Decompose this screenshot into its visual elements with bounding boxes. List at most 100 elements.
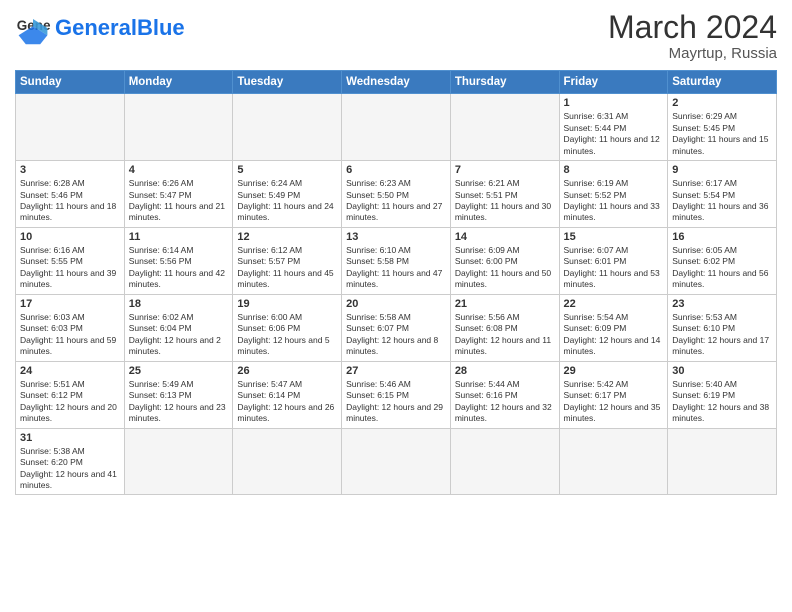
calendar-cell: 1 Sunrise: 6:31 AM Sunset: 5:44 PM Daylig… bbox=[559, 94, 668, 161]
calendar-cell: 11 Sunrise: 6:14 AM Sunset: 5:56 PM Dayli… bbox=[124, 227, 233, 294]
day-info: Sunrise: 5:54 AM Sunset: 6:09 PM Dayligh… bbox=[564, 312, 664, 358]
week-row-5: 31 Sunrise: 5:38 AM Sunset: 6:20 PM Dayli… bbox=[16, 428, 777, 495]
day-info: Sunrise: 6:26 AM Sunset: 5:47 PM Dayligh… bbox=[129, 178, 229, 224]
day-number: 5 bbox=[237, 164, 337, 176]
calendar-cell bbox=[233, 428, 342, 495]
calendar-cell: 3 Sunrise: 6:28 AM Sunset: 5:46 PM Daylig… bbox=[16, 161, 125, 228]
logo-general: General bbox=[55, 15, 137, 40]
calendar-cell: 7 Sunrise: 6:21 AM Sunset: 5:51 PM Daylig… bbox=[450, 161, 559, 228]
calendar-cell bbox=[559, 428, 668, 495]
day-number: 29 bbox=[564, 365, 664, 377]
week-row-4: 24 Sunrise: 5:51 AM Sunset: 6:12 PM Dayli… bbox=[16, 361, 777, 428]
day-number: 3 bbox=[20, 164, 120, 176]
calendar-cell: 9Sunrise: 6:17 AM Sunset: 5:54 PM Daylig… bbox=[668, 161, 777, 228]
day-info: Sunrise: 6:05 AM Sunset: 6:02 PM Dayligh… bbox=[672, 245, 772, 291]
day-info: Sunrise: 5:46 AM Sunset: 6:15 PM Dayligh… bbox=[346, 379, 446, 425]
day-of-week-thursday: Thursday bbox=[450, 71, 559, 94]
day-number: 15 bbox=[564, 231, 664, 243]
day-number: 21 bbox=[455, 298, 555, 310]
day-info: Sunrise: 5:49 AM Sunset: 6:13 PM Dayligh… bbox=[129, 379, 229, 425]
calendar-cell bbox=[450, 94, 559, 161]
day-number: 12 bbox=[237, 231, 337, 243]
day-info: Sunrise: 6:23 AM Sunset: 5:50 PM Dayligh… bbox=[346, 178, 446, 224]
calendar-cell: 20Sunrise: 5:58 AM Sunset: 6:07 PM Dayli… bbox=[342, 294, 451, 361]
day-info: Sunrise: 5:44 AM Sunset: 6:16 PM Dayligh… bbox=[455, 379, 555, 425]
day-info: Sunrise: 6:02 AM Sunset: 6:04 PM Dayligh… bbox=[129, 312, 229, 358]
day-info: Sunrise: 5:56 AM Sunset: 6:08 PM Dayligh… bbox=[455, 312, 555, 358]
day-info: Sunrise: 6:24 AM Sunset: 5:49 PM Dayligh… bbox=[237, 178, 337, 224]
week-row-1: 3 Sunrise: 6:28 AM Sunset: 5:46 PM Daylig… bbox=[16, 161, 777, 228]
day-info: Sunrise: 6:21 AM Sunset: 5:51 PM Dayligh… bbox=[455, 178, 555, 224]
week-row-0: 1 Sunrise: 6:31 AM Sunset: 5:44 PM Daylig… bbox=[16, 94, 777, 161]
day-of-week-friday: Friday bbox=[559, 71, 668, 94]
day-info: Sunrise: 6:16 AM Sunset: 5:55 PM Dayligh… bbox=[20, 245, 120, 291]
day-info: Sunrise: 6:31 AM Sunset: 5:44 PM Dayligh… bbox=[564, 111, 664, 157]
day-info: Sunrise: 6:28 AM Sunset: 5:46 PM Dayligh… bbox=[20, 178, 120, 224]
calendar-cell: 16Sunrise: 6:05 AM Sunset: 6:02 PM Dayli… bbox=[668, 227, 777, 294]
day-info: Sunrise: 6:07 AM Sunset: 6:01 PM Dayligh… bbox=[564, 245, 664, 291]
calendar-cell: 19Sunrise: 6:00 AM Sunset: 6:06 PM Dayli… bbox=[233, 294, 342, 361]
day-number: 8 bbox=[564, 164, 664, 176]
logo: General GeneralBlue bbox=[15, 10, 185, 46]
day-info: Sunrise: 5:51 AM Sunset: 6:12 PM Dayligh… bbox=[20, 379, 120, 425]
day-info: Sunrise: 6:09 AM Sunset: 6:00 PM Dayligh… bbox=[455, 245, 555, 291]
day-number: 14 bbox=[455, 231, 555, 243]
day-info: Sunrise: 5:58 AM Sunset: 6:07 PM Dayligh… bbox=[346, 312, 446, 358]
calendar-cell bbox=[342, 94, 451, 161]
day-number: 31 bbox=[20, 432, 120, 444]
header: General GeneralBlue March 2024 Mayrtup, … bbox=[15, 10, 777, 62]
calendar-table: SundayMondayTuesdayWednesdayThursdayFrid… bbox=[15, 70, 777, 495]
day-of-week-sunday: Sunday bbox=[16, 71, 125, 94]
calendar-header-row: SundayMondayTuesdayWednesdayThursdayFrid… bbox=[16, 71, 777, 94]
day-number: 6 bbox=[346, 164, 446, 176]
calendar-cell bbox=[668, 428, 777, 495]
day-number: 17 bbox=[20, 298, 120, 310]
calendar-cell: 14 Sunrise: 6:09 AM Sunset: 6:00 PM Dayli… bbox=[450, 227, 559, 294]
day-number: 13 bbox=[346, 231, 446, 243]
calendar-cell: 12 Sunrise: 6:12 AM Sunset: 5:57 PM Dayli… bbox=[233, 227, 342, 294]
calendar-cell: 17Sunrise: 6:03 AM Sunset: 6:03 PM Dayli… bbox=[16, 294, 125, 361]
calendar-cell: 6 Sunrise: 6:23 AM Sunset: 5:50 PM Daylig… bbox=[342, 161, 451, 228]
day-number: 19 bbox=[237, 298, 337, 310]
day-info: Sunrise: 5:40 AM Sunset: 6:19 PM Dayligh… bbox=[672, 379, 772, 425]
day-number: 7 bbox=[455, 164, 555, 176]
location: Mayrtup, Russia bbox=[608, 45, 777, 62]
calendar-cell: 27 Sunrise: 5:46 AM Sunset: 6:15 PM Dayli… bbox=[342, 361, 451, 428]
calendar-cell: 31 Sunrise: 5:38 AM Sunset: 6:20 PM Dayli… bbox=[16, 428, 125, 495]
calendar-cell bbox=[16, 94, 125, 161]
title-area: March 2024 Mayrtup, Russia bbox=[608, 10, 777, 62]
day-info: Sunrise: 6:29 AM Sunset: 5:45 PM Dayligh… bbox=[672, 111, 772, 157]
day-number: 9 bbox=[672, 164, 772, 176]
day-number: 24 bbox=[20, 365, 120, 377]
day-number: 11 bbox=[129, 231, 229, 243]
calendar-cell: 26Sunrise: 5:47 AM Sunset: 6:14 PM Dayli… bbox=[233, 361, 342, 428]
logo-icon: General bbox=[15, 10, 51, 46]
day-number: 30 bbox=[672, 365, 772, 377]
day-number: 28 bbox=[455, 365, 555, 377]
day-info: Sunrise: 6:14 AM Sunset: 5:56 PM Dayligh… bbox=[129, 245, 229, 291]
week-row-3: 17Sunrise: 6:03 AM Sunset: 6:03 PM Dayli… bbox=[16, 294, 777, 361]
day-of-week-wednesday: Wednesday bbox=[342, 71, 451, 94]
calendar-cell bbox=[342, 428, 451, 495]
day-number: 22 bbox=[564, 298, 664, 310]
calendar-cell: 22 Sunrise: 5:54 AM Sunset: 6:09 PM Dayli… bbox=[559, 294, 668, 361]
day-number: 26 bbox=[237, 365, 337, 377]
calendar-cell bbox=[233, 94, 342, 161]
logo-text: GeneralBlue bbox=[55, 17, 185, 39]
day-number: 27 bbox=[346, 365, 446, 377]
calendar-cell: 18 Sunrise: 6:02 AM Sunset: 6:04 PM Dayli… bbox=[124, 294, 233, 361]
calendar-cell: 15 Sunrise: 6:07 AM Sunset: 6:01 PM Dayli… bbox=[559, 227, 668, 294]
day-of-week-monday: Monday bbox=[124, 71, 233, 94]
day-number: 18 bbox=[129, 298, 229, 310]
logo-blue: Blue bbox=[137, 15, 185, 40]
day-info: Sunrise: 6:12 AM Sunset: 5:57 PM Dayligh… bbox=[237, 245, 337, 291]
calendar-cell: 13Sunrise: 6:10 AM Sunset: 5:58 PM Dayli… bbox=[342, 227, 451, 294]
calendar-cell: 4 Sunrise: 6:26 AM Sunset: 5:47 PM Daylig… bbox=[124, 161, 233, 228]
day-number: 4 bbox=[129, 164, 229, 176]
day-number: 1 bbox=[564, 97, 664, 109]
calendar-cell bbox=[124, 94, 233, 161]
calendar-cell: 30 Sunrise: 5:40 AM Sunset: 6:19 PM Dayli… bbox=[668, 361, 777, 428]
day-info: Sunrise: 5:38 AM Sunset: 6:20 PM Dayligh… bbox=[20, 446, 120, 492]
week-row-2: 10Sunrise: 6:16 AM Sunset: 5:55 PM Dayli… bbox=[16, 227, 777, 294]
day-info: Sunrise: 5:42 AM Sunset: 6:17 PM Dayligh… bbox=[564, 379, 664, 425]
